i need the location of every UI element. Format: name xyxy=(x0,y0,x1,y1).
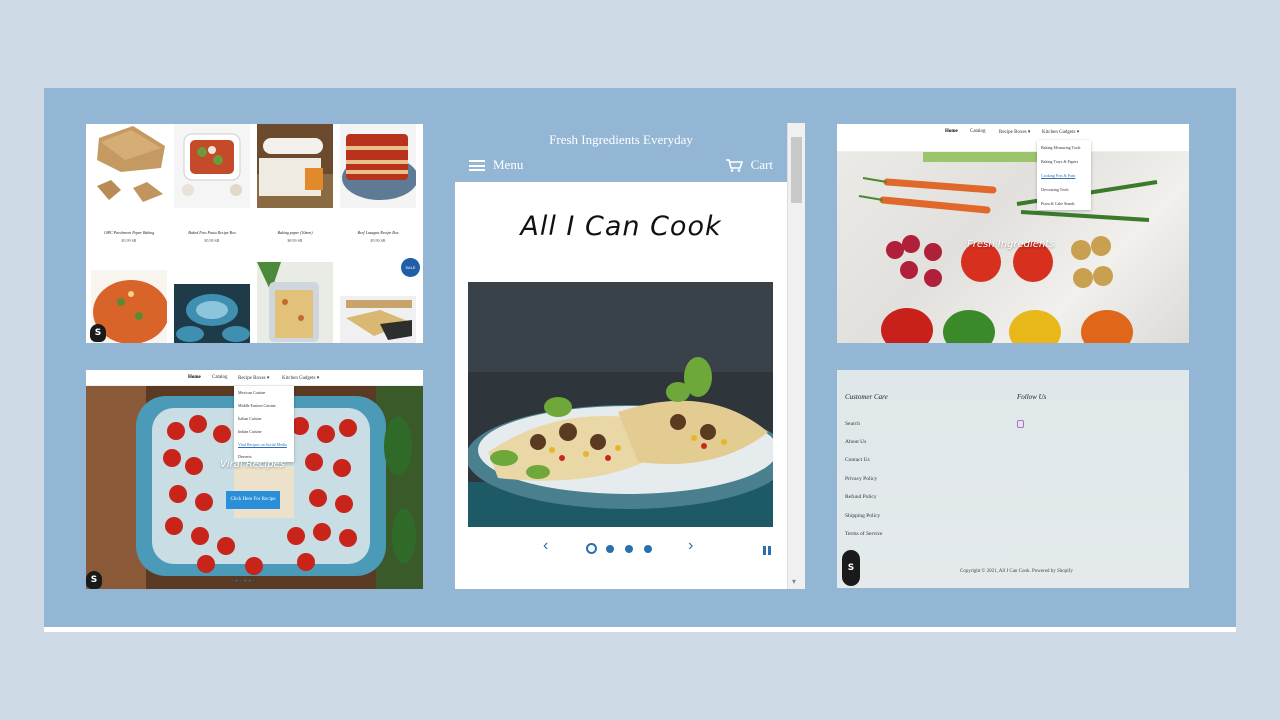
hero-heading: Fresh Ingredients xyxy=(967,239,1055,250)
slide-dot[interactable] xyxy=(644,545,652,553)
product-image-casserole[interactable] xyxy=(257,262,333,343)
kitchen-gadgets-screenshot: Home Catalog Recipe Boxes ▾ Kitchen Gadg… xyxy=(837,124,1189,343)
product-name[interactable]: Beef Lasagna Recipe Box xyxy=(340,230,416,235)
product-grid-screenshot: 10PC Parchment Paper Baking $5.99 SR Bak… xyxy=(86,124,423,343)
nav-recipe-boxes[interactable]: Recipe Boxes ▾ xyxy=(238,375,269,381)
dropdown-item[interactable]: Middle Eastern Cuisine xyxy=(238,403,276,408)
product-image-lasagna[interactable] xyxy=(340,124,416,208)
product-price: $5.99 SR xyxy=(204,238,220,243)
slide-next-button[interactable]: › xyxy=(688,537,693,555)
product-card[interactable]: Baking paper (10mm) $8.99 SR xyxy=(257,124,333,243)
product-name[interactable]: Baked Feta Pasta Recipe Box xyxy=(174,230,250,235)
customer-care-heading: Customer Care xyxy=(845,393,888,401)
nav-kitchen-gadgets[interactable]: Kitchen Gadgets ▾ xyxy=(282,375,319,381)
product-name[interactable]: 10PC Parchment Paper Baking xyxy=(91,230,167,235)
site-nav: Home Catalog Recipe Boxes ▾ Kitchen Gadg… xyxy=(86,370,423,386)
cart-button[interactable]: Cart xyxy=(725,157,773,173)
nav-home[interactable]: Home xyxy=(945,129,958,134)
product-image-sandwich[interactable] xyxy=(340,296,416,343)
slide-prev-button[interactable]: ‹ xyxy=(543,537,548,555)
nav-recipe-boxes[interactable]: Recipe Boxes ▾ xyxy=(999,129,1030,135)
footer-link-privacy[interactable]: Privacy Policy xyxy=(845,476,877,482)
dropdown-item[interactable]: Italian Cuisine xyxy=(238,416,261,421)
slider-dots[interactable]: ‹ ● ○ ● ● › xyxy=(232,578,254,584)
cart-icon[interactable] xyxy=(725,158,743,172)
mobile-view-screenshot: Fresh Ingredients Everyday Menu Cart All… xyxy=(455,123,805,589)
dropdown-item[interactable]: Baking Measuring Tools xyxy=(1041,145,1080,150)
dropdown-item[interactable]: Decorating Tools xyxy=(1041,187,1069,192)
product-price: $5.99 SR xyxy=(370,238,386,243)
slide-dot[interactable] xyxy=(625,545,633,553)
tagline: Fresh Ingredients Everyday xyxy=(549,132,693,147)
product-image-bowls[interactable] xyxy=(174,284,250,343)
instagram-icon[interactable] xyxy=(1017,420,1024,428)
dropdown-item[interactable]: Indian Cuisine xyxy=(238,429,261,434)
product-card[interactable]: Beef Lasagna Recipe Box $5.99 SR xyxy=(340,124,416,243)
shopify-icon[interactable]: S xyxy=(90,324,106,342)
product-image-parchment[interactable] xyxy=(91,124,167,208)
copyright-text: Copyright © 2021, All I Can Cook. Powere… xyxy=(960,569,1073,574)
product-price: $5.99 SR xyxy=(121,238,137,243)
nav-home[interactable]: Home xyxy=(188,375,201,380)
menu-button[interactable]: Menu xyxy=(469,157,523,173)
product-image-feta-pasta[interactable] xyxy=(174,124,250,208)
footer-link-refund[interactable]: Refund Policy xyxy=(845,494,877,500)
nav-catalog[interactable]: Catalog xyxy=(970,129,986,134)
product-card[interactable]: Baked Feta Pasta Recipe Box $5.99 SR xyxy=(174,124,250,243)
dropdown-item[interactable]: Mexican Cuisine xyxy=(238,390,265,395)
dropdown-item-pots[interactable]: Cooking Pots & Pans xyxy=(1041,173,1075,178)
footer-screenshot: Customer Care Follow Us Search About Us … xyxy=(837,370,1189,588)
mobile-header: Fresh Ingredients Everyday Menu Cart xyxy=(455,123,787,182)
footer-link-shipping[interactable]: Shipping Policy xyxy=(845,513,880,519)
tacos-hero-image xyxy=(468,282,773,527)
hamburger-icon[interactable] xyxy=(469,159,485,171)
site-title[interactable]: All I Can Cook xyxy=(455,211,787,242)
product-name[interactable]: Baking paper (10mm) xyxy=(257,230,333,235)
footer-link-search[interactable]: Search xyxy=(845,421,860,427)
recipe-menu-screenshot: Home Catalog Recipe Boxes ▾ Kitchen Gadg… xyxy=(86,370,423,589)
scrollbar-thumb[interactable] xyxy=(791,137,802,203)
footer-link-contact[interactable]: Contact Us xyxy=(845,457,870,463)
nav-catalog[interactable]: Catalog xyxy=(212,375,228,380)
pause-icon[interactable] xyxy=(763,546,771,555)
shopify-icon[interactable]: S xyxy=(86,571,102,589)
hero-heading: Viral Recipes xyxy=(220,459,285,470)
sale-badge: SALE xyxy=(401,258,420,277)
product-card[interactable]: 10PC Parchment Paper Baking $5.99 SR xyxy=(91,124,167,243)
product-image-baking-paper[interactable] xyxy=(257,124,333,208)
shopify-icon[interactable]: S xyxy=(842,550,860,586)
dropdown-item[interactable]: Baking Trays & Papers xyxy=(1041,159,1078,164)
site-nav: Home Catalog Recipe Boxes ▾ Kitchen Gadg… xyxy=(837,124,1189,152)
footer-link-about[interactable]: About Us xyxy=(845,439,866,445)
recipe-cta-button[interactable]: Click Here For Recipe xyxy=(226,491,280,509)
scrollbar[interactable]: ▾ xyxy=(787,123,805,589)
cart-label[interactable]: Cart xyxy=(751,157,773,173)
scroll-down-arrow[interactable]: ▾ xyxy=(792,577,796,586)
menu-label[interactable]: Menu xyxy=(493,157,523,173)
dropdown-item-viral[interactable]: Viral Recipes on Social Media xyxy=(238,442,287,447)
follow-us-heading: Follow Us xyxy=(1017,393,1047,401)
slide-dot-active[interactable] xyxy=(586,543,597,554)
kitchen-gadgets-dropdown: Baking Measuring Tools Baking Trays & Pa… xyxy=(1037,140,1091,210)
slide-dot[interactable] xyxy=(606,545,614,553)
dropdown-item[interactable]: Pizza & Cake Stands xyxy=(1041,201,1075,206)
recipe-boxes-dropdown: Mexican Cuisine Middle Eastern Cuisine I… xyxy=(234,386,294,462)
product-price: $8.99 SR xyxy=(287,238,303,243)
nav-kitchen-gadgets[interactable]: Kitchen Gadgets ▾ xyxy=(1042,129,1079,135)
footer-link-terms[interactable]: Terms of Service xyxy=(845,531,883,537)
